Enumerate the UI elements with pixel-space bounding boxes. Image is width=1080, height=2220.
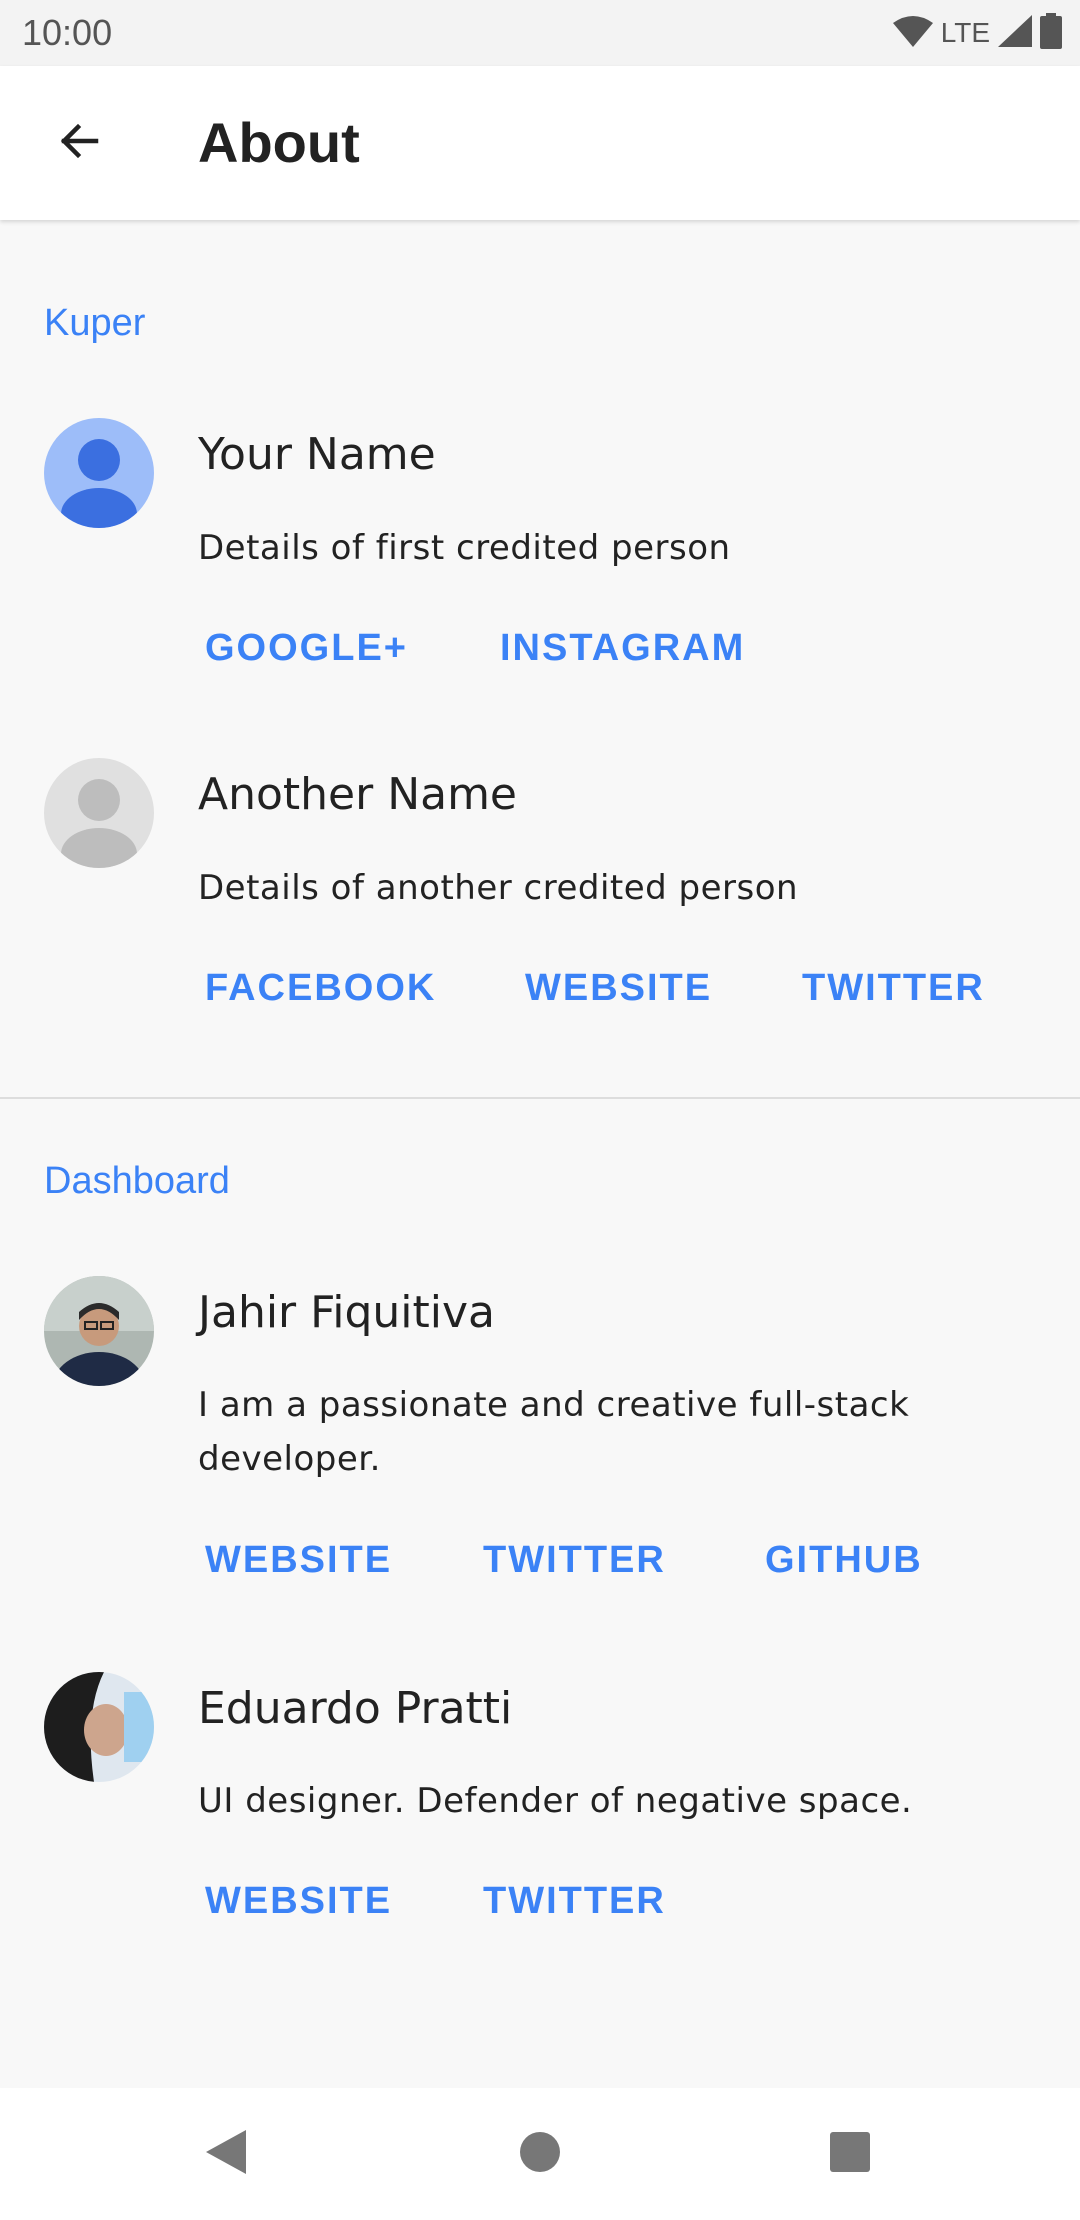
nav-back-button[interactable] — [196, 2124, 256, 2184]
person-description: Details of another credited person — [198, 868, 799, 908]
link-website-button[interactable]: WEBSITE — [205, 1532, 392, 1588]
avatar — [44, 758, 154, 868]
link-facebook-button[interactable]: FACEBOOK — [205, 960, 436, 1016]
section-header-kuper: Kuper — [44, 302, 146, 344]
profile-photo — [44, 1276, 154, 1386]
link-twitter-button[interactable]: TWITTER — [483, 1532, 666, 1588]
person-name: Eduardo Pratti — [198, 1683, 513, 1734]
circle-home-icon — [518, 2130, 562, 2178]
avatar — [44, 1276, 154, 1386]
person-icon — [61, 439, 137, 528]
person-name: Another Name — [198, 769, 517, 820]
person-description: Details of first credited person — [198, 528, 731, 568]
link-twitter-button[interactable]: TWITTER — [483, 1873, 666, 1929]
app-bar: About — [0, 66, 1080, 220]
section-divider — [0, 1097, 1080, 1099]
battery-icon — [1040, 13, 1062, 53]
link-google-plus-button[interactable]: GOOGLE+ — [205, 620, 408, 676]
person-description: UI designer. Defender of negative space. — [198, 1781, 913, 1821]
link-instagram-button[interactable]: INSTAGRAM — [500, 620, 745, 676]
square-recents-icon — [828, 2130, 872, 2178]
status-bar: 10:00 LTE — [0, 0, 1080, 66]
nav-home-button[interactable] — [510, 2124, 570, 2184]
signal-icon — [998, 15, 1032, 51]
profile-photo — [44, 1672, 154, 1782]
section-header-dashboard: Dashboard — [44, 1160, 230, 1202]
network-type: LTE — [940, 17, 990, 48]
page-title: About — [198, 111, 360, 174]
nav-recents-button[interactable] — [820, 2124, 880, 2184]
status-icons: LTE — [892, 13, 1062, 53]
link-github-button[interactable]: GITHUB — [765, 1532, 923, 1588]
link-website-button[interactable]: WEBSITE — [525, 960, 712, 1016]
avatar — [44, 418, 154, 528]
system-nav-bar — [0, 2088, 1080, 2220]
back-button[interactable] — [38, 110, 118, 176]
avatar — [44, 1672, 154, 1782]
person-name: Jahir Fiquitiva — [198, 1287, 495, 1338]
status-time: 10:00 — [22, 12, 113, 53]
person-name: Your Name — [198, 429, 436, 480]
person-description: I am a passionate and creative full-stac… — [198, 1385, 910, 1479]
link-website-button[interactable]: WEBSITE — [205, 1873, 392, 1929]
link-twitter-button[interactable]: TWITTER — [802, 960, 985, 1016]
triangle-back-icon — [204, 2128, 248, 2180]
arrow-back-icon — [54, 117, 102, 169]
person-icon — [61, 779, 137, 868]
wifi-icon — [892, 15, 933, 51]
